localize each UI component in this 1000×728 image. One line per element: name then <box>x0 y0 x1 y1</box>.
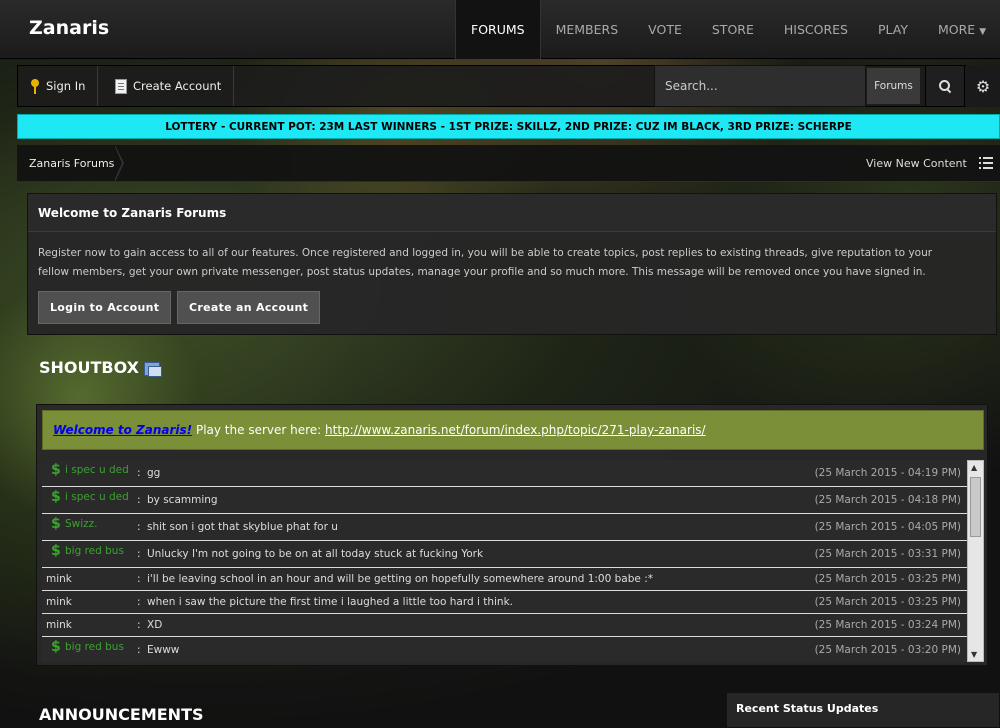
shout-user[interactable]: mink <box>46 591 72 613</box>
scroll-up-icon[interactable]: ▲ <box>971 463 977 472</box>
shout-user[interactable]: mink <box>46 614 72 636</box>
separator: : <box>137 467 141 479</box>
view-new-content-link[interactable]: View New Content <box>866 145 967 182</box>
scroll-thumb[interactable] <box>970 477 981 537</box>
recent-status-updates-header: Recent Status Updates <box>726 692 1000 728</box>
nav-more[interactable]: MORE ▼ <box>923 0 1000 59</box>
create-account-label: Create Account <box>133 79 222 93</box>
separator: : <box>137 521 141 533</box>
nav-store[interactable]: STORE <box>697 0 769 59</box>
shout-user[interactable]: mink <box>46 568 72 590</box>
caret-down-icon: ▼ <box>979 27 987 37</box>
lottery-banner: LOTTERY - CURRENT POT: 23M LAST WINNERS … <box>17 114 1000 139</box>
table-row: i spec u ded : by scamming (25 March 201… <box>42 487 967 514</box>
shoutbox-list: i spec u ded : gg (25 March 2015 - 04:19… <box>42 460 967 662</box>
nav-play[interactable]: PLAY <box>863 0 923 59</box>
separator: : <box>137 494 141 506</box>
popout-icon[interactable] <box>144 362 162 377</box>
shout-message: shit son i got that skyblue phat for u <box>147 521 338 533</box>
shoutbox-title: SHOUTBOX <box>39 358 139 377</box>
create-account-link[interactable]: Create Account <box>103 66 235 106</box>
nav-hiscores[interactable]: HISCORES <box>769 0 863 59</box>
shoutbox-welcome-link[interactable]: Welcome to Zanaris! <box>53 423 192 437</box>
shout-time: (25 March 2015 - 04:05 PM) <box>814 521 961 533</box>
table-row: mink : XD (25 March 2015 - 03:24 PM) <box>42 614 967 637</box>
shout-user[interactable]: i spec u ded <box>46 487 129 507</box>
table-row: big red bus : Unlucky I'm not going to b… <box>42 541 967 568</box>
table-row: mink : i'll be leaving school in an hour… <box>42 568 967 591</box>
shout-user[interactable]: big red bus <box>46 541 124 561</box>
main-nav: FORUMS MEMBERS VOTE STORE HISCORES PLAY … <box>455 0 1000 59</box>
scroll-down-icon[interactable]: ▼ <box>971 650 977 659</box>
shout-time: (25 March 2015 - 03:25 PM) <box>814 596 961 608</box>
shout-time: (25 March 2015 - 04:19 PM) <box>814 467 961 479</box>
shoutbox-banner: Welcome to Zanaris! Play the server here… <box>42 410 984 450</box>
welcome-panel: Welcome to Zanaris Forums Register now t… <box>27 193 997 335</box>
search-button[interactable] <box>925 65 965 107</box>
separator: : <box>137 644 141 656</box>
search-icon <box>939 80 951 92</box>
separator: : <box>137 548 141 560</box>
shout-user[interactable]: Swizz. <box>46 514 98 534</box>
shout-message: when i saw the picture the first time i … <box>147 596 513 608</box>
shout-message: Unlucky I'm not going to be on at all to… <box>147 548 484 560</box>
shoutbox-panel: Welcome to Zanaris! Play the server here… <box>36 404 988 666</box>
shout-time: (25 March 2015 - 03:24 PM) <box>814 619 961 631</box>
login-button[interactable]: Login to Account <box>38 291 172 324</box>
shout-user[interactable]: big red bus <box>46 637 124 657</box>
separator: : <box>137 573 141 585</box>
table-row: i spec u ded : gg (25 March 2015 - 04:19… <box>42 460 967 487</box>
welcome-message: Register now to gain access to all of ou… <box>38 247 933 278</box>
shout-time: (25 March 2015 - 03:31 PM) <box>814 548 961 560</box>
settings-button[interactable]: ⚙ <box>966 65 1000 107</box>
shout-message: Ewww <box>147 644 180 656</box>
gear-icon: ⚙ <box>975 76 991 96</box>
site-logo[interactable]: Zanaris <box>29 17 109 39</box>
shout-message: XD <box>147 619 163 631</box>
shout-time: (25 March 2015 - 03:20 PM) <box>814 644 961 656</box>
shout-time: (25 March 2015 - 03:25 PM) <box>814 573 961 585</box>
search-scope-button[interactable]: Forums <box>867 68 920 104</box>
nav-vote[interactable]: VOTE <box>633 0 697 59</box>
shout-message: i'll be leaving school in an hour and wi… <box>147 573 653 585</box>
separator: : <box>137 596 141 608</box>
shout-message: gg <box>147 467 161 479</box>
breadcrumb-forums[interactable]: Zanaris Forums <box>17 145 126 182</box>
nav-members[interactable]: MEMBERS <box>541 0 634 59</box>
shoutbox-banner-text: Play the server here: <box>192 423 326 437</box>
shout-user[interactable]: i spec u ded <box>46 460 129 480</box>
nav-more-label: MORE <box>938 22 976 37</box>
shout-time: (25 March 2015 - 04:18 PM) <box>814 494 961 506</box>
create-account-button[interactable]: Create an Account <box>177 291 321 324</box>
search-input[interactable] <box>654 65 866 107</box>
shoutbox-scrollbar[interactable]: ▲ ▼ <box>967 460 984 662</box>
sign-in-label: Sign In <box>46 79 86 93</box>
key-icon <box>30 78 40 94</box>
play-server-link[interactable]: http://www.zanaris.net/forum/index.php/t… <box>325 423 706 437</box>
list-icon[interactable] <box>979 157 993 169</box>
top-navbar: Zanaris FORUMS MEMBERS VOTE STORE HISCOR… <box>0 0 1000 59</box>
nav-forums[interactable]: FORUMS <box>455 0 541 59</box>
breadcrumb: Zanaris Forums View New Content <box>17 145 1000 182</box>
announcements-title: ANNOUNCEMENTS <box>39 705 204 724</box>
separator: : <box>137 619 141 631</box>
table-row: big red bus : Ewww (25 March 2015 - 03:2… <box>42 637 967 662</box>
shout-message: by scamming <box>147 494 218 506</box>
table-row: Swizz. : shit son i got that skyblue pha… <box>42 514 967 541</box>
sign-in-link[interactable]: Sign In <box>18 66 99 106</box>
table-row: mink : when i saw the picture the first … <box>42 591 967 614</box>
clipboard-icon <box>115 78 127 94</box>
welcome-title: Welcome to Zanaris Forums <box>28 194 996 232</box>
breadcrumb-separator <box>114 145 124 182</box>
